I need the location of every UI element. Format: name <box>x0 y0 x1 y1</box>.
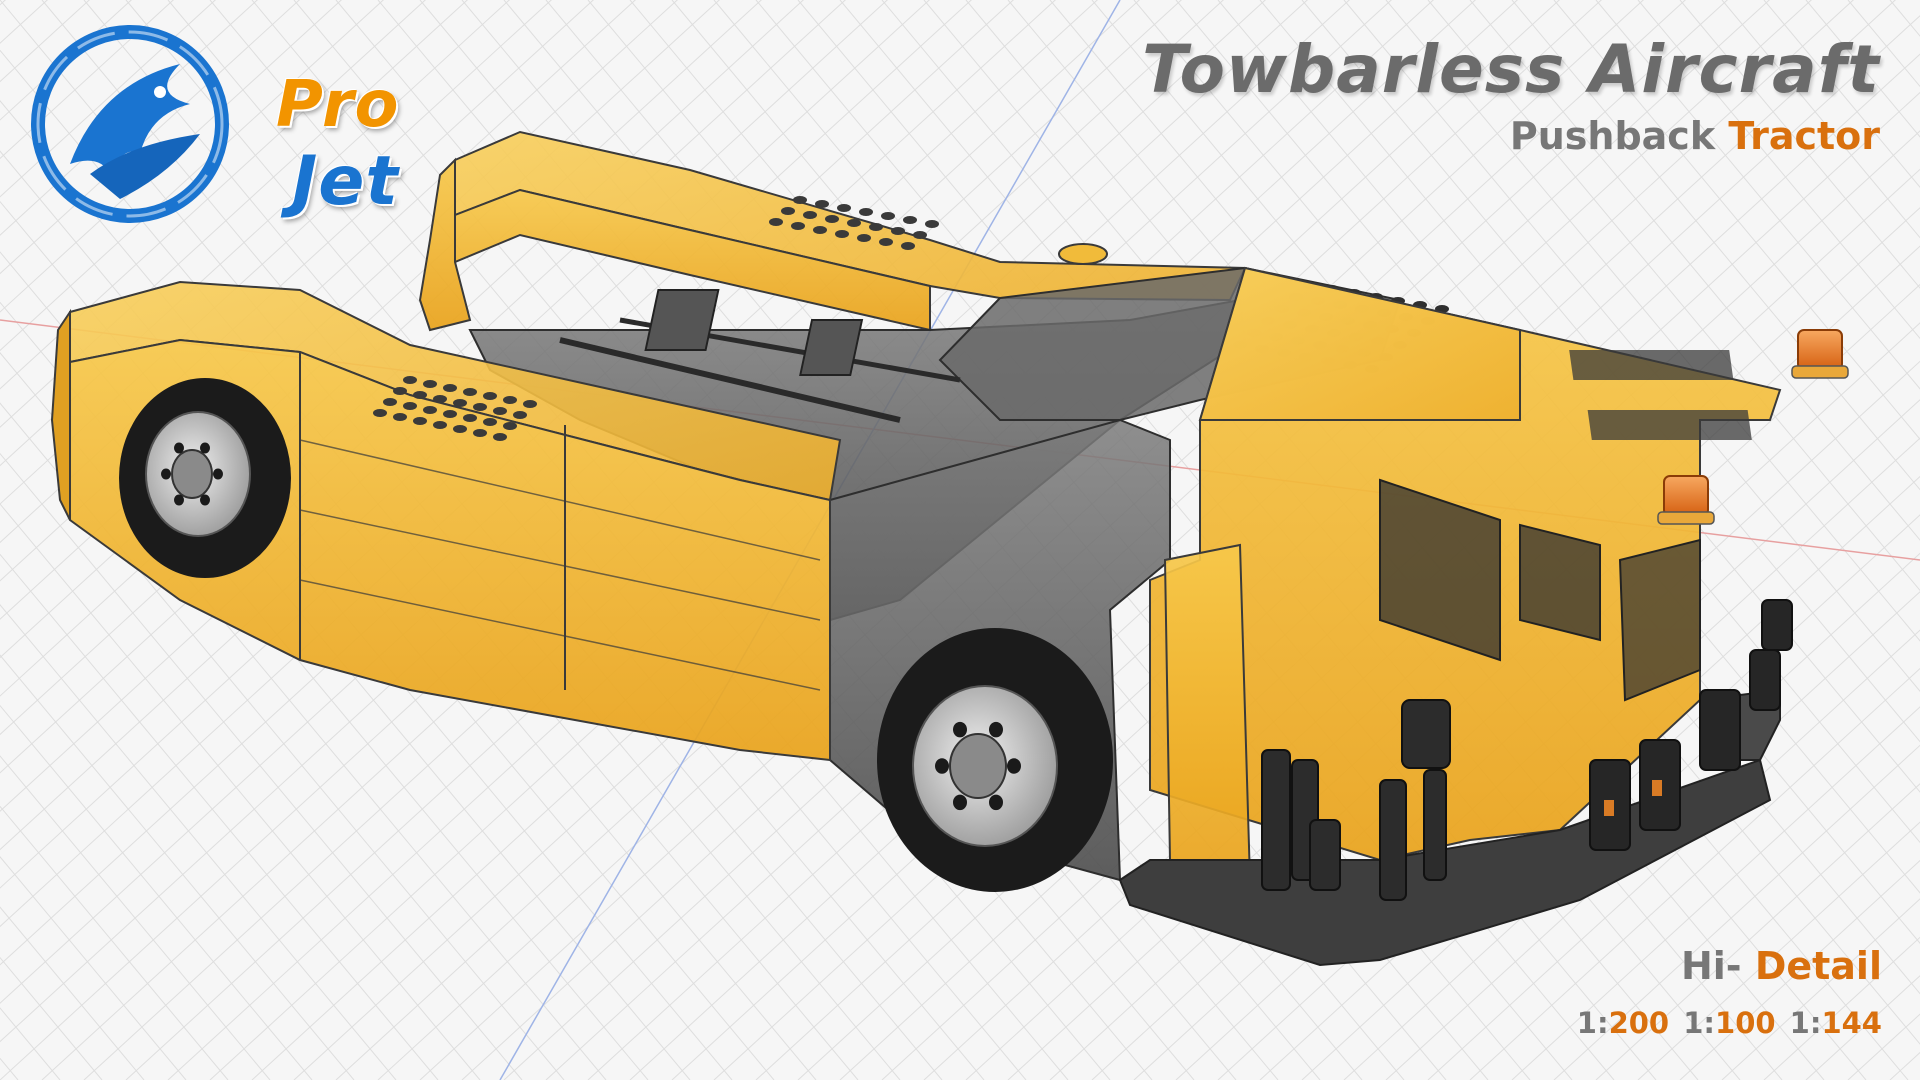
vent-hole <box>473 403 487 411</box>
vent-hole <box>463 414 477 422</box>
scale-item: 1:200 <box>1576 1006 1670 1040</box>
vent-hole <box>503 396 517 404</box>
lug-nut <box>935 758 949 774</box>
fill-cap-icon <box>1058 243 1108 265</box>
detail-word-2: Detail <box>1754 944 1882 988</box>
vent-hole <box>793 196 807 204</box>
logo-word-pro: Pro <box>276 68 400 142</box>
lug-nut <box>953 794 967 811</box>
eagle-emblem-icon <box>31 25 229 223</box>
lug-nut <box>174 442 184 454</box>
vent-hole <box>393 387 407 395</box>
lug-nut <box>213 468 223 480</box>
vent-hole <box>903 216 917 224</box>
vent-hole <box>815 200 829 208</box>
lug-nut <box>953 721 967 738</box>
vent-hole <box>483 418 497 426</box>
vent-hole <box>879 238 893 246</box>
vent-hole <box>791 222 805 230</box>
vent-hole <box>925 220 939 228</box>
vent-hole <box>859 208 873 216</box>
beacon-light-right <box>1791 329 1849 379</box>
page-subtitle: Pushback Tractor <box>1142 114 1880 158</box>
subtitle-word-1: Pushback <box>1509 114 1716 158</box>
vent-hole <box>523 400 537 408</box>
lug-nut <box>989 794 1003 811</box>
render-canvas: Pro Jet Towbarless Aircraft Pushback Tra… <box>0 0 1920 1080</box>
vent-hole <box>813 226 827 234</box>
vent-hole <box>373 409 387 417</box>
page-title: Towbarless Aircraft <box>1142 31 1880 108</box>
vent-hole <box>869 223 883 231</box>
lug-nut <box>1007 758 1021 774</box>
vent-hole <box>513 411 527 419</box>
vent-hole <box>413 417 427 425</box>
scale-item: 1:144 <box>1789 1006 1882 1040</box>
vent-hole <box>503 422 517 430</box>
scale-list: 1:200 1:100 1:144 <box>1577 1006 1882 1040</box>
rear-wheel <box>119 378 291 578</box>
vent-hole <box>403 402 417 410</box>
vent-hole <box>473 429 487 437</box>
vent-hole <box>493 433 507 441</box>
vent-hole <box>847 219 861 227</box>
lug-nut <box>200 494 210 506</box>
vent-hole <box>433 395 447 403</box>
front-wheel <box>877 628 1113 892</box>
subtitle-word-2: Tractor <box>1728 114 1880 158</box>
vent-hole <box>913 231 927 239</box>
vent-hole <box>769 218 783 226</box>
logo-word-jet: Jet <box>292 142 399 221</box>
cab-roof-window-2 <box>1587 410 1752 440</box>
cab-door-window <box>1519 523 1601 642</box>
vent-hole <box>781 207 795 215</box>
lug-nut <box>174 494 184 506</box>
cab-roof-window <box>1569 350 1734 380</box>
beacon-light-left <box>1657 475 1715 525</box>
vent-hole <box>493 407 507 415</box>
lug-nut <box>161 468 171 480</box>
vent-hole <box>891 227 905 235</box>
vent-hole <box>901 242 915 250</box>
vent-hole <box>803 211 817 219</box>
vent-hole <box>443 410 457 418</box>
vent-hole <box>423 380 437 388</box>
lug-nut <box>989 721 1003 738</box>
vent-hole <box>383 398 397 406</box>
vent-hole <box>393 413 407 421</box>
title-block: Towbarless Aircraft Pushback Tractor <box>1142 30 1880 158</box>
scale-item: 1:100 <box>1683 1006 1776 1040</box>
vent-hole <box>857 234 871 242</box>
vent-hole <box>463 388 477 396</box>
vent-hole <box>443 384 457 392</box>
detail-label: Hi- Detail <box>1681 944 1882 988</box>
vent-hole <box>837 204 851 212</box>
vent-hole <box>453 425 467 433</box>
lug-nut <box>200 442 210 454</box>
detail-word-1: Hi- <box>1680 944 1742 988</box>
vent-hole <box>835 230 849 238</box>
vent-hole <box>881 212 895 220</box>
vent-hole <box>423 406 437 414</box>
vent-hole <box>433 421 447 429</box>
vent-hole <box>403 376 417 384</box>
vent-hole <box>825 215 839 223</box>
projet-logo: Pro Jet <box>30 24 450 234</box>
vent-hole <box>483 392 497 400</box>
vent-hole <box>453 399 467 407</box>
vent-hole <box>413 391 427 399</box>
